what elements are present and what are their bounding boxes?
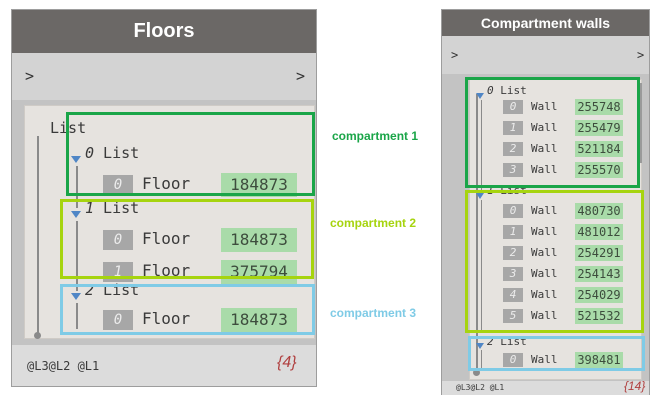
compartment-2-walls-highlight xyxy=(465,190,644,333)
list-levels: @L3@L2 @L1 xyxy=(456,383,505,392)
compartment-2-highlight xyxy=(60,199,314,279)
annotation-compartment-2: compartment 2 xyxy=(330,216,417,230)
compartment-1-walls-highlight xyxy=(465,77,640,188)
annotation-compartment-3: compartment 3 xyxy=(330,306,417,320)
compartment-3-walls-highlight xyxy=(468,336,645,371)
input-port-arrow[interactable]: > xyxy=(451,48,458,62)
walls-node-ports: > > xyxy=(442,36,649,74)
output-port-arrow[interactable]: > xyxy=(296,67,305,85)
item-count: {14} xyxy=(624,379,646,393)
tree-end-dot xyxy=(34,332,41,339)
input-port-arrow[interactable]: > xyxy=(25,67,34,85)
walls-node-title[interactable]: Compartment walls xyxy=(442,10,649,36)
floors-node-footer: @L3@L2 @L1 {4} xyxy=(12,345,316,386)
compartment-3-highlight xyxy=(60,284,315,335)
list-levels: @L3@L2 @L1 xyxy=(27,359,100,373)
compartment-1-highlight xyxy=(66,112,315,196)
annotation-compartment-1: compartment 1 xyxy=(332,129,419,143)
output-port-arrow[interactable]: > xyxy=(637,48,644,62)
floors-node-title[interactable]: Floors xyxy=(12,10,316,53)
item-count: {4} xyxy=(277,354,297,371)
floors-node-ports: > > xyxy=(12,53,316,100)
walls-node-footer: @L3@L2 @L1 {14} xyxy=(442,379,649,395)
tree-line xyxy=(37,136,39,336)
